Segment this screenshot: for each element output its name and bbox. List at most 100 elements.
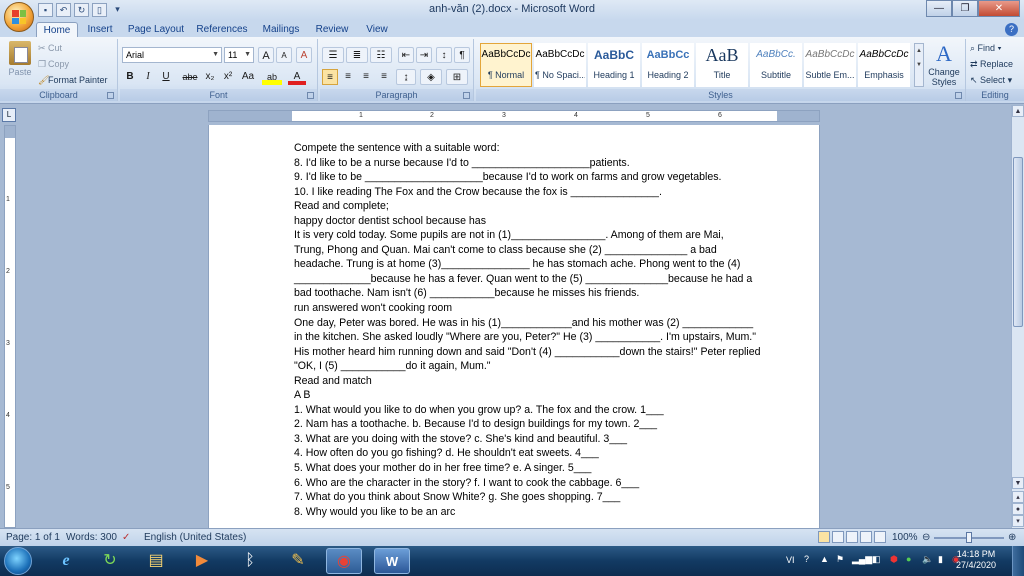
replace-button[interactable]: ⇄ Replace bbox=[970, 59, 1013, 70]
font-launcher-icon[interactable] bbox=[307, 92, 314, 99]
style-emphasis[interactable]: AaBbCcDc Emphasis bbox=[858, 43, 910, 87]
italic-button[interactable]: I bbox=[140, 69, 156, 85]
document-body[interactable]: Compete the sentence with a suitable wor… bbox=[294, 141, 794, 519]
file-explorer-icon[interactable]: ▤ bbox=[138, 548, 174, 574]
style-heading-1[interactable]: AaBbC Heading 1 bbox=[588, 43, 640, 87]
outline-view-icon[interactable] bbox=[860, 531, 872, 543]
scroll-up-icon[interactable]: ▲ bbox=[1012, 105, 1024, 117]
start-button[interactable] bbox=[4, 547, 32, 575]
change-case-button[interactable]: Aa bbox=[238, 69, 258, 85]
style-no-spacing[interactable]: AaBbCcDc ¶ No Spaci... bbox=[534, 43, 586, 87]
draft-view-icon[interactable] bbox=[874, 531, 886, 543]
document-page[interactable]: Compete the sentence with a suitable wor… bbox=[208, 125, 820, 528]
zoom-out-icon[interactable]: ⊖ bbox=[922, 532, 930, 543]
format-painter-button[interactable]: 🖌Format Painter bbox=[38, 75, 108, 86]
bullets-button[interactable]: ☰ bbox=[322, 47, 344, 63]
next-page-icon[interactable]: ▾ bbox=[1012, 515, 1024, 527]
scroll-thumb[interactable] bbox=[1013, 157, 1023, 327]
language-indicator[interactable]: English (United States) bbox=[144, 532, 246, 543]
tray-app-icon[interactable]: ● bbox=[906, 554, 911, 564]
align-center-button[interactable]: ≡ bbox=[340, 69, 356, 85]
page-count[interactable]: Page: 1 of 1 bbox=[6, 532, 60, 543]
borders-button[interactable]: ⊞ bbox=[446, 69, 468, 85]
superscript-button[interactable]: x² bbox=[220, 69, 236, 85]
cut-button[interactable]: ✂ Cut bbox=[38, 43, 62, 54]
font-color-button[interactable]: A bbox=[288, 69, 306, 85]
justify-button[interactable]: ≡ bbox=[376, 69, 392, 85]
shrink-font-button[interactable]: A bbox=[276, 47, 292, 63]
style-title[interactable]: AaB Title bbox=[696, 43, 748, 87]
help-icon[interactable]: ? bbox=[1005, 23, 1018, 36]
tab-insert[interactable]: Insert bbox=[82, 22, 118, 38]
bluetooth-icon[interactable]: ᛒ bbox=[232, 548, 268, 574]
sort-button[interactable]: ↕ bbox=[436, 47, 452, 63]
select-button[interactable]: ↖ Select ▾ bbox=[970, 75, 1012, 86]
chrome-icon[interactable]: ◉ bbox=[326, 548, 362, 574]
subscript-button[interactable]: x₂ bbox=[202, 69, 218, 85]
align-left-button[interactable]: ≡ bbox=[322, 69, 338, 85]
app-green-icon[interactable]: ↻ bbox=[92, 548, 128, 574]
zoom-in-icon[interactable]: ⊕ bbox=[1008, 532, 1016, 543]
underline-button[interactable]: U bbox=[158, 69, 174, 85]
help-tray-icon[interactable]: ? bbox=[804, 554, 809, 564]
show-hidden-icons-icon[interactable]: ▲ bbox=[820, 554, 829, 564]
volume-icon[interactable]: 🔈 bbox=[922, 554, 933, 565]
numbering-button[interactable]: ≣ bbox=[346, 47, 368, 63]
show-marks-button[interactable]: ¶ bbox=[454, 47, 470, 63]
tab-review[interactable]: Review bbox=[312, 22, 352, 38]
word-count[interactable]: Words: 300 bbox=[66, 532, 117, 543]
styles-gallery-scroll[interactable]: ▲ ▼ bbox=[914, 43, 924, 87]
copy-button[interactable]: ❐ Copy bbox=[38, 59, 69, 70]
strikethrough-button[interactable]: abe bbox=[180, 69, 200, 85]
styles-launcher-icon[interactable] bbox=[955, 92, 962, 99]
clipboard-launcher-icon[interactable] bbox=[107, 92, 114, 99]
style-subtitle[interactable]: AaBbCc. Subtitle bbox=[750, 43, 802, 87]
grow-font-button[interactable]: A bbox=[258, 47, 274, 63]
paint-icon[interactable]: ✎ bbox=[280, 548, 316, 574]
web-layout-view-icon[interactable] bbox=[846, 531, 858, 543]
change-styles-button[interactable]: A Change Styles bbox=[926, 41, 962, 87]
show-desktop-button[interactable] bbox=[1012, 546, 1024, 576]
clock[interactable]: 14:18 PM 27/4/2020 bbox=[956, 549, 996, 571]
tab-mailings[interactable]: Mailings bbox=[258, 22, 304, 38]
font-name-dropdown[interactable]: Arial ▼ bbox=[122, 47, 222, 63]
select-browse-object-icon[interactable]: ● bbox=[1012, 503, 1024, 515]
align-right-button[interactable]: ≡ bbox=[358, 69, 374, 85]
paste-button[interactable]: Paste bbox=[6, 41, 34, 85]
close-button[interactable]: ✕ bbox=[978, 0, 1020, 17]
language-indicator[interactable]: VI bbox=[786, 555, 795, 565]
bold-button[interactable]: B bbox=[122, 69, 138, 85]
horizontal-ruler[interactable]: 1 2 3 4 5 6 bbox=[208, 110, 820, 122]
previous-page-icon[interactable]: ▴ bbox=[1012, 491, 1024, 503]
signal-icon[interactable]: ▂▄▆ bbox=[852, 554, 872, 565]
media-player-icon[interactable]: ▶ bbox=[184, 548, 220, 574]
highlight-button[interactable]: ab bbox=[262, 69, 282, 85]
paragraph-launcher-icon[interactable] bbox=[463, 92, 470, 99]
decrease-indent-button[interactable]: ⇤ bbox=[398, 47, 414, 63]
tab-home[interactable]: Home bbox=[36, 22, 78, 38]
tray-app-icon[interactable]: ⬢ bbox=[890, 554, 898, 565]
font-size-dropdown[interactable]: 11 ▼ bbox=[224, 47, 254, 63]
shading-button[interactable]: ◈ bbox=[420, 69, 442, 85]
proofing-icon[interactable]: ✓ bbox=[122, 532, 130, 543]
word-taskbar-icon[interactable]: W bbox=[374, 548, 410, 574]
vertical-ruler[interactable]: 1 2 3 4 5 bbox=[4, 125, 16, 528]
network-icon[interactable]: ◧ bbox=[872, 554, 881, 565]
tab-references[interactable]: References bbox=[194, 22, 250, 38]
zoom-level[interactable]: 100% bbox=[892, 532, 918, 543]
vertical-scrollbar[interactable]: ▲ ▼ ▴ ● ▾ bbox=[1011, 105, 1024, 528]
line-spacing-button[interactable]: ↨ bbox=[396, 69, 416, 85]
tab-selector-button[interactable]: L bbox=[2, 108, 16, 122]
minimize-button[interactable]: — bbox=[926, 0, 952, 17]
flag-icon[interactable]: ⚑ bbox=[836, 554, 844, 565]
style-subtle-emphasis[interactable]: AaBbCcDc Subtle Em... bbox=[804, 43, 856, 87]
zoom-slider-thumb[interactable] bbox=[966, 532, 972, 543]
style-normal[interactable]: AaBbCcDc ¶ Normal bbox=[480, 43, 532, 87]
tab-view[interactable]: View bbox=[360, 22, 394, 38]
increase-indent-button[interactable]: ⇥ bbox=[416, 47, 432, 63]
maximize-button[interactable]: ❐ bbox=[952, 0, 978, 17]
clear-formatting-button[interactable]: A bbox=[296, 47, 312, 63]
full-screen-reading-view-icon[interactable] bbox=[832, 531, 844, 543]
style-heading-2[interactable]: AaBbCc Heading 2 bbox=[642, 43, 694, 87]
internet-explorer-icon[interactable]: e bbox=[48, 548, 84, 574]
